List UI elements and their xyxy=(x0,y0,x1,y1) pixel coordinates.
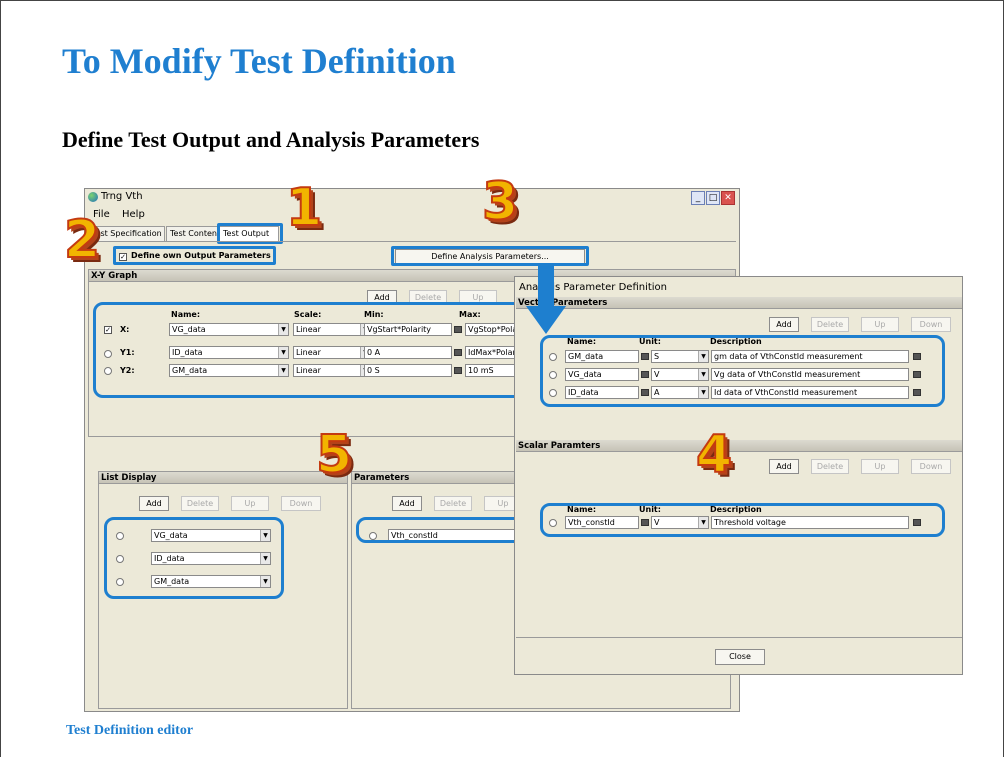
highlight-list-display xyxy=(104,517,284,599)
close-icon[interactable]: ✕ xyxy=(721,191,735,205)
maximize-icon[interactable]: □ xyxy=(706,191,720,205)
vector-header: Vector Parameters xyxy=(516,297,962,309)
slide-caption: Test Definition editor xyxy=(66,723,194,738)
scalar-delete-button[interactable]: Delete xyxy=(811,459,849,474)
tab-test-contents[interactable]: Test Contents xyxy=(166,226,224,241)
step-number-1: 1 xyxy=(285,177,323,239)
vector-down-button[interactable]: Down xyxy=(911,317,951,332)
scalar-header: Scalar Paramters xyxy=(516,440,962,452)
highlight-define-own xyxy=(113,246,276,265)
scalar-up-button[interactable]: Up xyxy=(861,459,899,474)
step-number-5: 5 xyxy=(315,424,353,486)
highlight-define-analysis xyxy=(391,246,589,266)
slide-title: To Modify Test Definition xyxy=(62,41,456,81)
arrow-down-icon xyxy=(526,266,566,334)
list-display-panel: List Display Add Delete Up Down VG_data ▼… xyxy=(98,471,348,709)
slide-subtitle: Define Test Output and Analysis Paramete… xyxy=(62,127,480,152)
window-titlebar: Trng Vth _ □ ✕ xyxy=(85,189,739,207)
step-number-2: 2 xyxy=(63,209,101,271)
list-down-button[interactable]: Down xyxy=(281,496,321,511)
highlight-scalar xyxy=(540,503,945,537)
minimize-icon[interactable]: _ xyxy=(691,191,705,205)
scalar-down-button[interactable]: Down xyxy=(911,459,951,474)
step-number-3: 3 xyxy=(481,171,519,233)
menu-help[interactable]: Help xyxy=(122,209,145,220)
vector-delete-button[interactable]: Delete xyxy=(811,317,849,332)
vector-add-button[interactable]: Add xyxy=(769,317,799,332)
list-add-button[interactable]: Add xyxy=(139,496,169,511)
list-up-button[interactable]: Up xyxy=(231,496,269,511)
step-number-4: 4 xyxy=(695,424,733,486)
params-delete-button[interactable]: Delete xyxy=(434,496,472,511)
list-display-header: List Display xyxy=(99,472,347,484)
app-icon xyxy=(88,192,98,202)
tab-divider xyxy=(88,241,736,242)
window-title: Trng Vth xyxy=(101,191,143,202)
highlight-vector xyxy=(540,335,945,407)
params-add-button[interactable]: Add xyxy=(392,496,422,511)
scalar-add-button[interactable]: Add xyxy=(769,459,799,474)
dialog-divider xyxy=(516,637,962,638)
close-button[interactable]: Close xyxy=(715,649,765,665)
analysis-dialog: Analysis Parameter Definition Vector Par… xyxy=(514,276,963,675)
highlight-parameters xyxy=(356,517,536,543)
vector-up-button[interactable]: Up xyxy=(861,317,899,332)
list-delete-button[interactable]: Delete xyxy=(181,496,219,511)
